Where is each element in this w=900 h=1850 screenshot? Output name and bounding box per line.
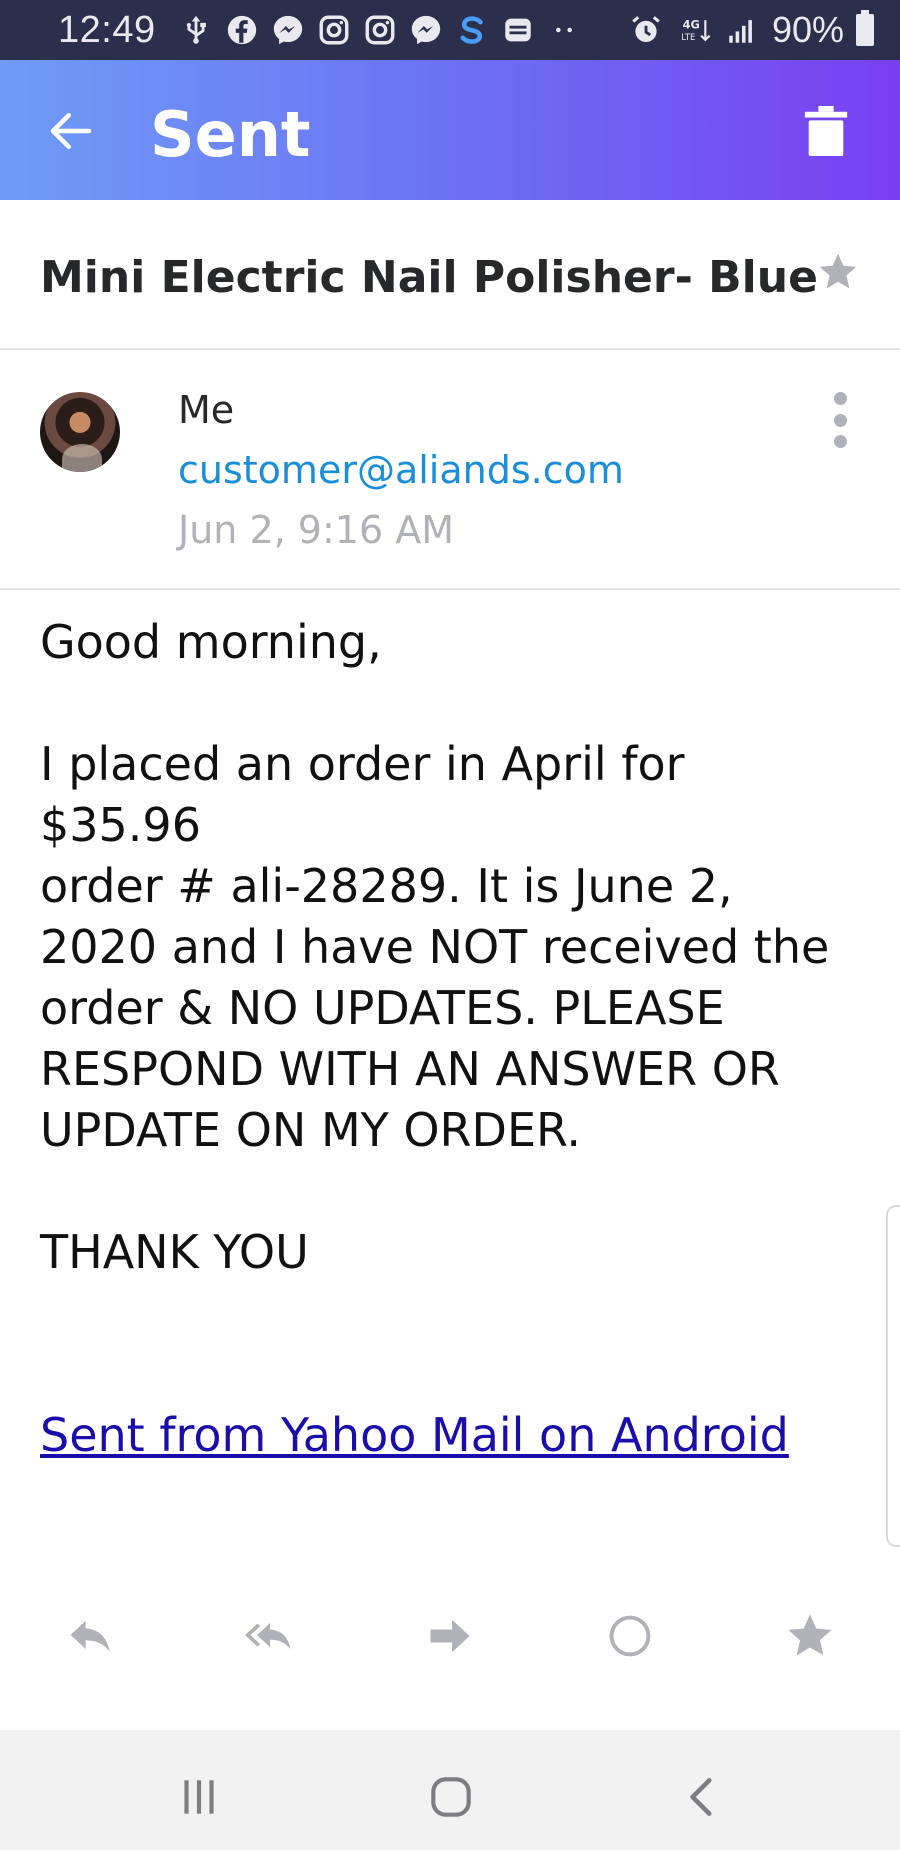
delete-button[interactable] [804,106,848,156]
messenger-icon [408,12,444,48]
forward-button[interactable] [422,1608,478,1664]
message-date: Jun 2, 9:16 AM [178,508,454,552]
body-closing: THANK YOU [40,1225,309,1279]
forward-icon [430,1619,470,1653]
status-bar: 12:49 4G LTE 90% [0,0,900,60]
mark-unread-button[interactable] [602,1608,658,1664]
sender-name: Me [178,388,235,432]
more-options-button[interactable] [826,392,854,448]
reply-all-button[interactable] [242,1608,298,1664]
arrow-left-icon [50,113,92,149]
more-vertical-icon [833,392,847,405]
alarm-icon [628,12,664,48]
instagram-icon [316,12,352,48]
facebook-icon [224,12,260,48]
signal-icon [724,12,760,48]
message-action-bar [0,1590,900,1680]
body-line: order & NO UPDATES. PLEASE [40,981,725,1035]
back-icon [690,1778,712,1816]
signature-link[interactable]: Sent from Yahoo Mail on Android [40,1408,789,1462]
notification-icons [178,12,582,48]
mark-unread-icon [609,1615,651,1657]
message-body: Good morning, I placed an order in April… [40,612,860,1466]
recent-apps-button[interactable] [172,1770,226,1824]
reply-all-icon [244,1623,291,1649]
star-icon [819,253,857,289]
mail-icon [500,12,536,48]
page-title: Sent [150,98,311,171]
lte-icon: 4G LTE [676,12,712,48]
body-line: I placed an order in April for $35.96 [40,737,685,852]
svg-text:LTE: LTE [681,33,695,43]
usb-icon [178,12,214,48]
battery-percent: 90% [771,9,844,50]
avatar [40,392,120,472]
app-header: Sent [0,60,900,200]
messenger-icon [270,12,306,48]
star-icon [788,1614,832,1656]
star-action-button[interactable] [782,1608,838,1664]
message-subject: Mini Electric Nail Polisher- Blue [40,252,818,303]
star-button[interactable] [816,250,860,294]
instagram-icon [362,12,398,48]
system-status: 4G LTE 90% [628,9,874,51]
scroll-handle[interactable] [886,1205,900,1547]
sender-row: Me customer@aliands.com Jun 2, 9:16 AM [0,350,900,590]
subject-row: Mini Electric Nail Polisher- Blue [0,200,900,350]
body-line: order # ali-28289. It is June 2, [40,859,733,913]
nav-back-button[interactable] [676,1770,730,1824]
trash-icon [804,106,848,156]
body-line: RESPOND WITH AN ANSWER OR [40,1042,780,1096]
body-line: UPDATE ON MY ORDER. [40,1103,581,1157]
home-button[interactable] [424,1770,478,1824]
body-greeting: Good morning, [40,615,382,669]
body-line: 2020 and I have NOT received the [40,920,830,974]
s-app-icon [454,12,490,48]
more-dots-icon [546,12,582,48]
reply-button[interactable] [62,1608,118,1664]
home-icon [431,1777,471,1817]
svg-text:4G: 4G [683,18,700,32]
back-button[interactable] [44,104,98,158]
recent-apps-icon [184,1780,214,1814]
reply-icon [70,1620,110,1652]
battery-icon [856,10,874,46]
android-nav-bar [0,1730,900,1850]
status-time: 12:49 [58,8,156,51]
sender-email-link[interactable]: customer@aliands.com [178,448,624,492]
